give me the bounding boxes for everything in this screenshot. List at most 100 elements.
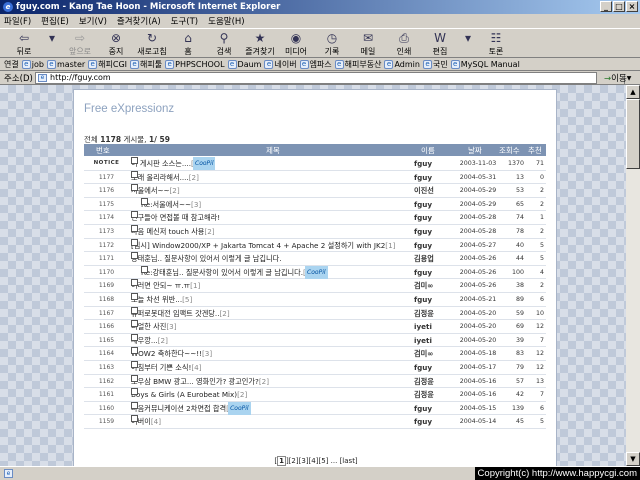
post-title-link[interactable]: Re:강태훈님.. 질문사항이 있어서 이렇게 글 남깁니다. [141,268,303,277]
post-title-link[interactable]: Re:서울에서~~ [141,200,191,209]
link-item-2[interactable]: e 해피CGI [88,59,127,70]
post-icon [131,333,138,341]
toolbar-button-4[interactable]: ↻ 새로고침 [134,30,170,58]
scroll-up-icon[interactable]: ▲ [626,85,640,99]
toolbar-button-10[interactable]: ✉ 메일 [350,30,386,58]
toolbar-button-0[interactable]: ⇦ 뒤로 [6,30,42,58]
menu-item-4[interactable]: 도구(T) [171,15,198,27]
page-link-4[interactable]: 4 [311,457,315,465]
hit-count: 45 [515,418,524,426]
link-item-0[interactable]: e job [21,59,44,69]
toolbar-button-8[interactable]: ◉ 미디어 [278,30,314,58]
post-title-link[interactable]: 노래 올리라해서.... [131,173,189,182]
post-title-link[interactable]: 오늘 차선 위반... [131,295,182,304]
minimize-icon[interactable]: _ [600,1,612,12]
toolbar-label: 뒤로 [16,47,32,56]
link-page-icon: e [165,59,175,69]
link-item-4[interactable]: e PHPSCHOOL [165,59,225,69]
scroll-thumb[interactable] [626,99,640,169]
maximize-icon[interactable]: □ [613,1,625,12]
post-title-link[interactable]: 이 게시판 소스는.... [131,159,191,168]
post-title-link[interactable]: 이러면 안되~ ㅠ.ㅠ [131,281,190,290]
menu-item-2[interactable]: 보기(V) [79,15,107,27]
menu-item-0[interactable]: 파일(F) [4,15,31,27]
page-link-5[interactable]: 5 [321,457,325,465]
post-number: 1159 [98,418,115,426]
post-title-link[interactable]: 다음커뮤니케이션 2차면접 합격 [131,404,226,413]
page-link-3[interactable]: 3 [301,457,305,465]
post-title-link[interactable]: [임시] Window2000/XP + Jakarta Tomcat 4 + … [131,241,385,250]
page-link-1[interactable]: 1 [277,456,286,466]
link-item-7[interactable]: e 엠파스 [299,59,332,70]
rec-count: 12 [535,363,544,371]
rec-count: 12 [535,323,544,331]
mail-icon: ✉ [362,31,374,45]
link-item-5[interactable]: e Daum [227,59,262,69]
post-date: 2004-05-26 [459,282,497,290]
post-title-link[interactable]: 다음 메신저 touch 사용 [131,227,204,236]
count-suffix: 게시물, [123,135,147,144]
address-input[interactable]: e http://fguy.com ▼ [35,72,633,84]
menu-item-1[interactable]: 편집(E) [41,15,69,27]
comment-count: [2] [204,226,215,236]
post-title-cell: 서울에서~~ [2] [131,184,413,197]
link-item-8[interactable]: e 해피부동산 [334,59,381,70]
post-title-link[interactable]: WOW2 축하한다~~!! [131,349,202,358]
post-title-link[interactable]: 오우삼 BMW 광고... 영화인가? 광고인가? [131,377,259,386]
post-title-link[interactable]: 친구들아 면접볼 때 참고해라! [131,213,220,222]
post-title-link[interactable]: 아침부터 기쁜 소식! [131,363,191,372]
toolbar-button-11[interactable]: ⎙ 인쇄 [386,30,422,58]
link-label: Daum [237,59,262,69]
link-label: 네이버 [274,59,297,69]
link-item-6[interactable]: e 네이버 [264,59,297,70]
toolbar-button-7[interactable]: ★ 즐겨찾기 [242,30,278,58]
go-button[interactable]: →이동 [604,72,627,84]
links-bar: 연결 e job e master e 해피CGI e 해피툴 e PHPSCHOOL e Daum e… [0,58,640,71]
post-number: 1172 [98,241,115,249]
link-item-1[interactable]: e master [46,59,85,69]
count-value: 1178 [100,135,122,144]
post-title-cell: 리얼한 사진 [3] [131,320,413,333]
close-icon[interactable]: × [626,1,638,12]
links-label: 연결 [4,59,19,69]
toolbar-button-12[interactable]: W 편집 [422,30,458,58]
link-page-icon: e [334,59,344,69]
post-title-link[interactable]: Boys & Girls (A Eurobeat Mix) [131,390,237,399]
toolbar-button-3[interactable]: ⊗ 중지 [98,30,134,58]
post-title-link[interactable]: 슈퍼로봇대전 임팩트 갓겐당.. [131,309,220,318]
link-item-10[interactable]: e 국민 [422,59,448,70]
comment-count: [2] [237,390,248,400]
toolbar-button-6[interactable]: ⚲ 검색 [206,30,242,58]
toolbar-button-1[interactable]: ▾ [42,30,62,58]
menu-item-5[interactable]: 도움말(H) [208,15,244,27]
table-header: 번호 제목 이름 날짜 조회수 추천 [84,144,546,156]
header-date: 날짜 [468,146,482,155]
stop-icon: ⊗ [110,31,122,45]
post-title-link[interactable]: 강태훈님.. 질문사항이 있어서 이렇게 글 남깁니다. [131,254,282,263]
scroll-down-icon[interactable]: ▼ [626,452,640,466]
toolbar-button-5[interactable]: ⌂ 홈 [170,30,206,58]
toolbar-button-14[interactable]: ☷ 토론 [478,30,514,58]
home-icon: ⌂ [184,31,192,45]
link-item-9[interactable]: e Admin [384,59,420,69]
toolbar-button-2[interactable]: ⇨ 앞으로 [62,30,98,58]
rec-count: 7 [539,391,544,399]
edit-icon: W [434,31,446,45]
post-title-cell: WOW2 축하한다~~!! [3] [131,347,413,360]
link-item-3[interactable]: e 해피툴 [130,59,162,70]
refresh-icon: ↻ [146,31,158,45]
menu-item-3[interactable]: 즐겨찾기(A) [117,15,161,27]
link-item-11[interactable]: e MySQL Manual [450,59,520,69]
post-icon [131,320,138,328]
table-row: 1167 슈퍼로봇대전 임팩트 갓겐당.. [2] 김정윤 2004-05-20 59 1… [84,306,546,321]
toolbar-button-13[interactable]: ▾ [458,30,478,58]
address-bar: 주소(D) e http://fguy.com ▼ →이동 [0,71,640,85]
page-link-2[interactable]: 2 [291,457,295,465]
post-title-cell: ↳Re:서울에서~~ [3] [131,197,413,211]
hit-count: 65 [515,200,524,208]
site-title: Free eXpressionz [84,103,175,115]
hit-count: 1370 [507,160,524,167]
vertical-scrollbar[interactable]: ▲ ▼ [626,85,640,466]
page-last-link[interactable]: [last] [340,457,358,465]
toolbar-button-9[interactable]: ◷ 기록 [314,30,350,58]
